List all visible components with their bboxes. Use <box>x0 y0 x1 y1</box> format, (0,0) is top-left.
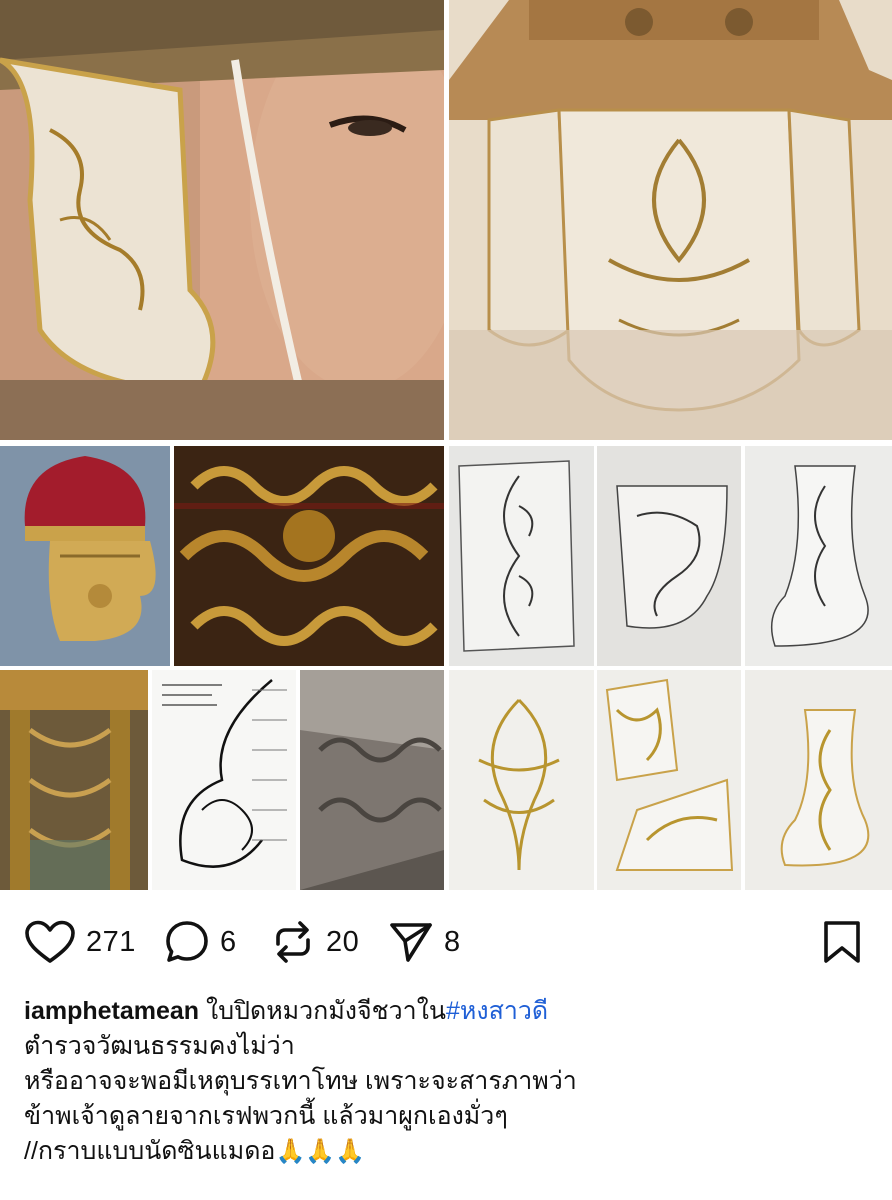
comment-icon <box>164 920 210 964</box>
photo-pattern-diagram[interactable] <box>152 670 296 890</box>
photo-helmet-front-view[interactable] <box>449 0 892 440</box>
caption-text-1: ใบปิดหมวกมังจีชวาใน <box>199 997 446 1025</box>
photo-sketch-1[interactable] <box>449 446 594 666</box>
caption-line-5: //กราบแบบนัดซินแมดอ🙏🙏🙏 <box>24 1134 874 1169</box>
photo-red-crown-helmet[interactable] <box>0 446 170 666</box>
photo-gilded-panel[interactable] <box>0 670 148 890</box>
pray-emoji: 🙏🙏🙏 <box>275 1138 366 1165</box>
caption-line-1: iamphetamean ใบปิดหมวกมังจีชวาใน#หงสาวดี <box>24 994 874 1029</box>
photo-gilded-carving[interactable] <box>174 446 444 666</box>
photo-embroidery-3[interactable] <box>745 670 892 890</box>
caption-line-2: ตำรวจวัฒนธรรมคงไม่ว่า <box>24 1032 295 1060</box>
repost-icon <box>270 920 316 964</box>
caption-text-5: //กราบแบบนัดซินแมดอ <box>24 1137 276 1165</box>
comment-button[interactable]: 6 <box>164 920 237 964</box>
image-collage[interactable] <box>0 0 892 890</box>
photo-embroidery-2[interactable] <box>597 670 741 890</box>
username-link[interactable]: iamphetamean <box>24 997 199 1025</box>
caption-line-4: ข้าพเจ้าดูลายจากเรฟพวกนี้ แล้วมาผูกเองมั… <box>24 1102 508 1130</box>
heart-icon <box>24 920 76 964</box>
photo-stone-carving[interactable] <box>300 670 444 890</box>
photo-sketch-3[interactable] <box>745 446 892 666</box>
photo-sketch-2[interactable] <box>597 446 741 666</box>
caption-line-3: หรืออาจจะพอมีเหตุบรรเทาโทษ เพราะจะสารภาพ… <box>24 1067 577 1095</box>
hashtag-link[interactable]: #หงสาวดี <box>446 997 548 1025</box>
comment-count: 6 <box>220 925 237 958</box>
send-icon <box>388 920 434 964</box>
photo-actor-helmet-closeup[interactable] <box>0 0 444 440</box>
share-button[interactable]: 8 <box>388 920 461 964</box>
repost-count: 20 <box>326 925 360 958</box>
repost-button[interactable]: 20 <box>270 920 359 964</box>
like-count: 271 <box>86 925 136 958</box>
like-button[interactable]: 271 <box>24 920 136 964</box>
photo-embroidery-1[interactable] <box>449 670 594 890</box>
post-caption: iamphetamean ใบปิดหมวกมังจีชวาใน#หงสาวดี… <box>24 994 874 1169</box>
save-button[interactable] <box>822 920 862 964</box>
post-action-bar: 271 6 20 8 <box>0 908 892 974</box>
bookmark-icon <box>822 920 862 964</box>
share-count: 8 <box>444 925 461 958</box>
